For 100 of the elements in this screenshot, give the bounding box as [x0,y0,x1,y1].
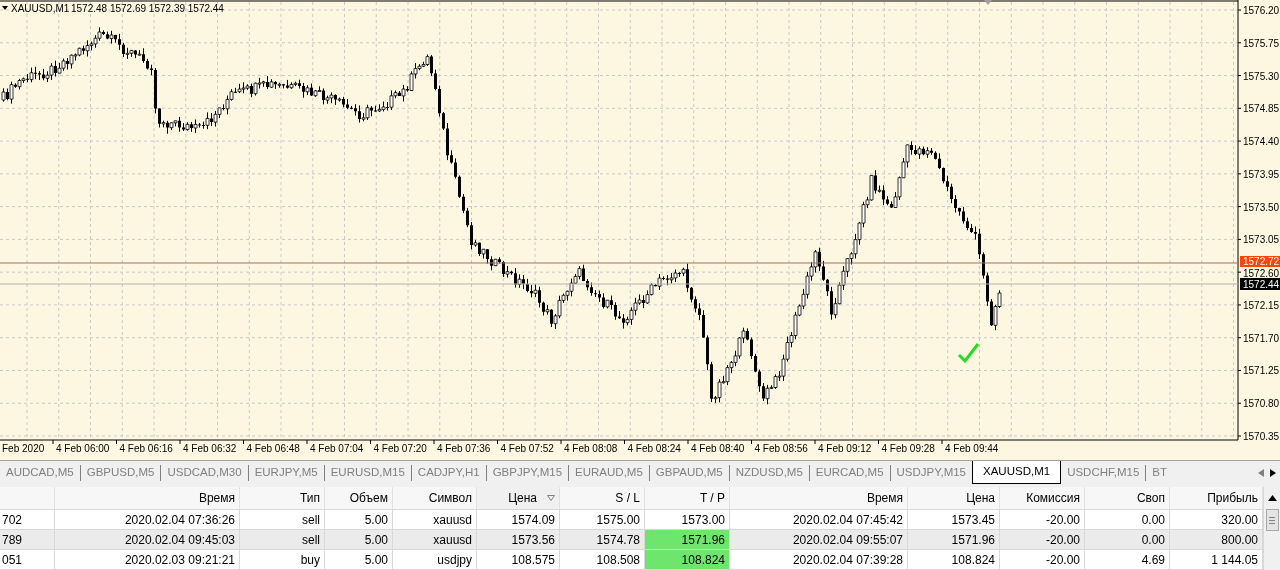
table-cell: 2020.02.04 07:36:26 [55,510,240,529]
table-cell: 5.00 [325,530,393,549]
table-cell: 2020.02.04 09:45:03 [55,530,240,549]
table-cell: 789 [0,530,55,549]
table-cell: 1571.96 [645,530,730,549]
price-label: 1572.15 [1243,299,1280,311]
column-header[interactable]: Время [730,487,908,509]
table-cell: 2020.02.04 09:55:07 [730,530,908,549]
chart-tab[interactable]: NZDUSD,M5 [729,461,809,484]
column-header[interactable]: Тип [240,487,325,509]
chart-tab[interactable]: XAUUSD,M1 [972,461,1062,484]
table-cell: 1574.09 [477,510,560,529]
column-header[interactable]: S / L [560,487,645,509]
chart-symbol: XAUUSD,M1 [11,3,70,14]
column-header[interactable]: Цена [477,487,560,509]
table-row[interactable]: 702 2020.02.04 07:36:26 sell 5.00 xauusd 1574.09 1575.00 1573.00 2020.02.04 07:45:42 1573.45 -20.00 0.00 320.00 [0,510,1263,530]
check-icon [957,343,980,364]
table-cell: usdjpy [393,550,477,569]
sort-icon [547,495,555,501]
table-cell: 702 [0,510,55,529]
time-label: 4 Feb 06:32 [183,443,237,454]
table-cell: 2020.02.03 09:21:21 [55,550,240,569]
column-header[interactable]: Своп [1085,487,1170,509]
ask-price-marker: 1572.72 [1240,256,1280,267]
table-cell: 0.00 [1085,530,1170,549]
time-label: 4 Feb 07:52 [500,443,554,454]
triangle-icon [984,0,992,5]
chart-tab[interactable]: USDCAD,M30 [161,461,248,484]
time-label: 4 Feb 06:00 [56,443,110,454]
chart-tab[interactable]: EURCAD,M5 [809,461,890,484]
table-cell: sell [240,510,325,529]
time-label: 4 Feb 09:44 [945,443,999,454]
bid-price-marker: 1572.44 [1240,278,1280,290]
time-label: 4 Feb 07:36 [437,443,491,454]
ohlc-values: 1572.48 1572.69 1572.39 1572.44 [71,3,224,14]
chart-tab[interactable]: GBPUSD,M5 [80,461,161,484]
scrollbar-thumb[interactable] [1265,509,1279,531]
table-cell: -20.00 [1000,510,1085,529]
table-cell: 1573.45 [908,510,1000,529]
table-cell: buy [240,550,325,569]
price-label: 1573.95 [1243,168,1280,180]
table-row[interactable]: 051 2020.02.03 09:21:21 buy 5.00 usdjpy 108.575 108.508 108.824 2020.02.04 07:39:28 108.824 -20.00 4.69 1 144.05 [0,550,1263,570]
price-label: 1574.85 [1243,103,1280,115]
chart-tab[interactable]: EURAUD,M5 [569,461,649,484]
scroll-up-icon[interactable] [1267,495,1277,501]
chart-tab[interactable]: EURUSD,M15 [324,461,411,484]
price-label: 1575.30 [1243,70,1280,82]
table-cell: 1575.00 [560,510,645,529]
scroll-left-icon[interactable] [1258,468,1264,477]
table-row[interactable]: 789 2020.02.04 09:45:03 sell 5.00 xauusd 1573.56 1574.78 1571.96 2020.02.04 09:55:07 1571.96 -20.00 0.00 800.00 [0,530,1263,550]
time-label: 4 Feb 09:28 [881,443,935,454]
table-cell: -20.00 [1000,530,1085,549]
time-label: 4 Feb 08:56 [754,443,808,454]
table-cell: 2020.02.04 07:45:42 [730,510,908,529]
table-cell: xauusd [393,510,477,529]
chart-tab[interactable]: GBPJPY,M15 [486,461,569,484]
chart-tab[interactable]: AUDCAD,M5 [0,461,80,484]
table-cell: 5.00 [325,510,393,529]
table-cell: 108.824 [908,550,1000,569]
table-cell: 1573.00 [645,510,730,529]
table-cell: 1571.96 [908,530,1000,549]
column-header[interactable]: Цена [908,487,1000,509]
time-label: 4 Feb 09:12 [818,443,872,454]
table-cell: sell [240,530,325,549]
price-label: 1572.60 [1243,268,1280,280]
chart-tab[interactable]: GBPAUD,M5 [649,461,729,484]
time-label: 4 Feb 07:20 [373,443,427,454]
table-cell: 051 [0,550,55,569]
price-label: 1574.40 [1243,136,1280,148]
chart-tab[interactable]: EURJPY,M5 [248,461,324,484]
time-label: 4 Feb 08:40 [691,443,745,454]
table-cell: 2020.02.04 07:39:28 [730,550,908,569]
column-header[interactable]: Комиссия [1000,487,1085,509]
chart-tab[interactable]: USDCHF,M15 [1061,461,1146,484]
time-label: 4 Feb 08:08 [564,443,618,454]
table-cell: 5.00 [325,550,393,569]
price-label: 1573.50 [1243,201,1280,213]
table-cell: xauusd [393,530,477,549]
table-cell: -20.00 [1000,550,1085,569]
column-header[interactable]: T / P [645,487,730,509]
scroll-right-icon[interactable] [1270,468,1276,477]
price-label: 1571.70 [1243,332,1280,344]
price-label: 1576.20 [1243,5,1280,16]
time-label: 4 Feb 07:04 [310,443,364,454]
table-cell: 4.69 [1085,550,1170,569]
table-cell: 1573.56 [477,530,560,549]
time-label: 4 Feb 06:16 [119,443,173,454]
column-header[interactable]: Время [55,487,240,509]
chart-tab[interactable]: USDJPY,M15 [890,461,972,484]
price-label: 1573.05 [1243,234,1280,246]
column-header[interactable]: Объем [325,487,393,509]
time-label: 4 Feb 06:48 [246,443,300,454]
table-cell: 108.824 [645,550,730,569]
chart-tab[interactable]: CADJPY,H1 [411,461,486,484]
table-cell: 108.575 [477,550,560,569]
table-cell: 0.00 [1085,510,1170,529]
time-label: 4 Feb 08:24 [627,443,681,454]
price-label: 1570.80 [1243,398,1280,410]
time-label: Feb 2020 [2,443,45,454]
dropdown-icon[interactable] [2,6,8,10]
